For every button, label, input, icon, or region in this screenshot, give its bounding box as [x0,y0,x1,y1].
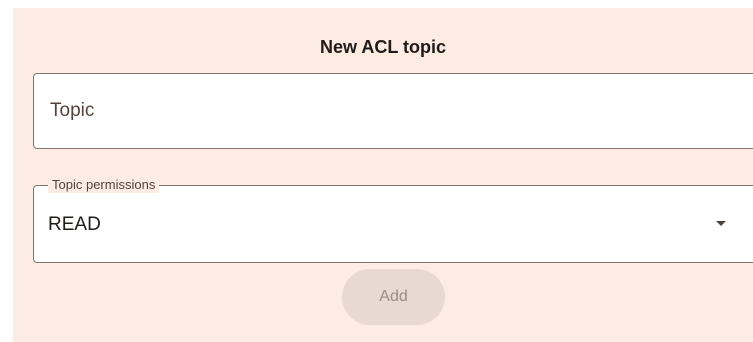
add-button[interactable]: Add [342,269,445,325]
topic-permissions-label: Topic permissions [48,177,160,193]
form-title: New ACL topic [319,37,446,57]
topic-permissions-select[interactable]: Topic permissions READ [33,177,753,263]
arrow-drop-down-icon[interactable] [716,221,726,226]
topic-field[interactable] [33,73,753,149]
topic-permissions-value: READ [48,214,101,235]
new-acl-topic-form: New ACL topic Topic permissions READ Add [13,8,753,342]
topic-input[interactable] [34,74,753,148]
